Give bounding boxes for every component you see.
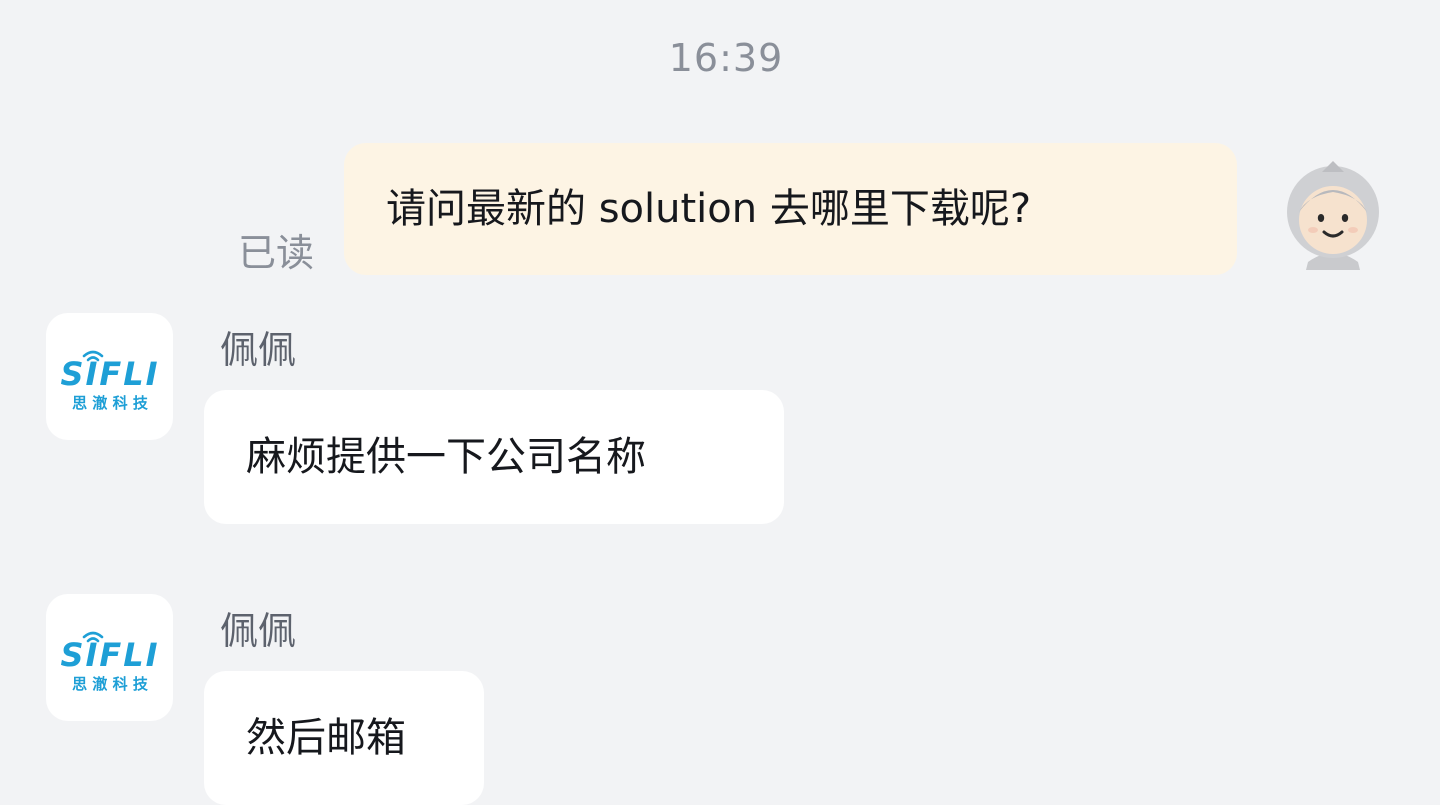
sifli-tagline: 思 澈 科 技 (72, 675, 149, 693)
sifli-wordmark: SIFLI (60, 355, 159, 393)
sender-name: 佩佩 (220, 328, 297, 372)
incoming-message-text: 然后邮箱 (246, 715, 406, 761)
outgoing-message-text: 请问最新的 solution 去哪里下载呢? (386, 186, 1032, 232)
sender-avatar[interactable]: SIFLI 思 澈 科 技 (46, 594, 173, 721)
sifli-logo-icon: SIFLI 思 澈 科 技 (60, 631, 159, 693)
sender-name: 佩佩 (220, 609, 297, 653)
sender-avatar[interactable]: SIFLI 思 澈 科 技 (46, 313, 173, 440)
cartoon-hooded-character-icon (1287, 161, 1379, 270)
outgoing-message-bubble[interactable]: 请问最新的 solution 去哪里下载呢? (344, 143, 1237, 275)
read-status-label: 已读 (238, 231, 315, 275)
incoming-message-bubble[interactable]: 然后邮箱 (204, 671, 484, 805)
sifli-wordmark: SIFLI (60, 636, 159, 674)
message-timestamp: 16:39 (668, 36, 784, 80)
incoming-message-bubble[interactable]: 麻烦提供一下公司名称 (204, 390, 784, 524)
self-avatar[interactable] (1286, 160, 1380, 270)
incoming-message-text: 麻烦提供一下公司名称 (246, 434, 646, 480)
sifli-logo-icon: SIFLI 思 澈 科 技 (60, 350, 159, 412)
sifli-tagline: 思 澈 科 技 (72, 394, 149, 412)
